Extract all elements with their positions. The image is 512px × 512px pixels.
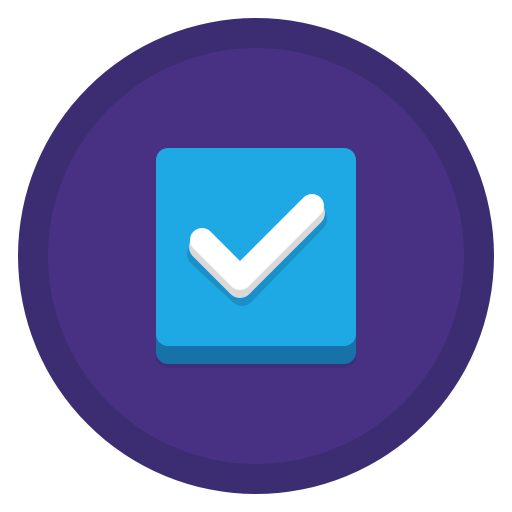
checkbox-checked-icon (18, 18, 494, 494)
checkbox-badge (0, 0, 512, 512)
